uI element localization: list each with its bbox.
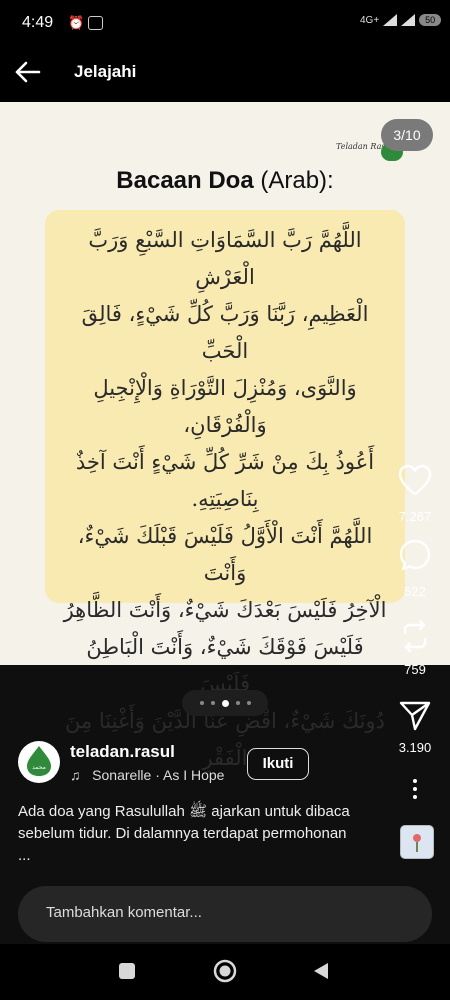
comment-count: 522 — [404, 584, 426, 599]
arabic-line: أَعُوذُ بِكَ مِنْ شَرِّ كُلِّ شَيْءٍ أَن… — [75, 450, 375, 474]
more-options-icon[interactable] — [413, 778, 417, 800]
post-heading: Bacaan Doa (Arab): — [0, 167, 450, 195]
app-bar — [0, 46, 450, 102]
battery-indicator: 50 — [419, 14, 442, 26]
music-note-icon: ♫ — [70, 767, 81, 783]
arabic-line: بِنَاصِيَتِهِ. — [191, 487, 259, 511]
notification-icon — [88, 16, 103, 30]
page-title: Jelajahi — [74, 62, 137, 81]
home-icon[interactable] — [213, 959, 237, 983]
carousel-indicator — [182, 690, 268, 716]
back-arrow-icon[interactable] — [14, 58, 42, 86]
more-options-dots — [413, 779, 417, 799]
page-indicator: 3/10 — [381, 119, 433, 151]
carousel-dot — [210, 701, 215, 705]
caption-line: sebelum tidur. Di dalamnya terdapat perm… — [18, 825, 347, 842]
repost-count: 759 — [404, 662, 426, 677]
caption-more: ... — [18, 847, 31, 864]
music-thumbnail[interactable] — [400, 825, 434, 859]
caption[interactable]: Ada doa yang Rasulullah ﷺ ajarkan untuk … — [18, 801, 398, 867]
arabic-line: اللَّهُمَّ رَبَّ السَّمَاوَاتِ السَّبْعِ… — [88, 228, 362, 289]
avatar-logo-icon: محمد — [27, 746, 51, 776]
heading-rest: (Arab): — [253, 167, 334, 194]
carousel-dot — [199, 701, 204, 705]
recent-apps-icon[interactable] — [119, 963, 135, 979]
follow-button[interactable]: Ikuti — [247, 748, 309, 780]
thumbnail-icon — [413, 834, 421, 852]
arabic-line: الْآخِرُ فَلَيْسَ بَعْدَكَ شَيْءٌ، وَأَن… — [63, 598, 387, 622]
music-info[interactable]: ♫ Sonarelle · As I Hope — [70, 767, 224, 783]
status-icons: 4G+ 50 — [360, 14, 442, 26]
carousel-dot — [246, 701, 251, 705]
status-time: 4:49 — [22, 14, 54, 31]
share-icon[interactable] — [397, 697, 433, 733]
arabic-line: وَالنَّوَى، وَمُنْزِلَ التَّوْرَاةِ وَال… — [93, 376, 357, 437]
alarm-icon: ⏰ — [68, 15, 85, 30]
repost-icon[interactable] — [397, 618, 433, 654]
heading-bold: Bacaan Doa — [116, 167, 254, 194]
signal-icon — [383, 14, 398, 26]
avatar-text: محمد — [32, 764, 46, 771]
caption-line: Ada doa yang Rasulullah ﷺ ajarkan untuk … — [18, 803, 350, 820]
back-nav-icon[interactable] — [312, 962, 330, 980]
like-count: 7.267 — [398, 509, 432, 524]
arabic-line: اللَّهُمَّ أَنْتَ الْأَوَّلُ فَلَيْسَ قَ… — [77, 524, 373, 585]
comment-placeholder: Tambahkan komentar... — [46, 904, 202, 921]
share-count: 3.190 — [398, 740, 432, 755]
music-title: Sonarelle · As I Hope — [92, 767, 225, 783]
arabic-line: الْعَظِيمِ، رَبَّنَا وَرَبَّ كُلِّ شَيْء… — [81, 302, 369, 363]
carousel-dot-active — [221, 699, 229, 707]
username[interactable]: teladan.rasul — [70, 742, 175, 762]
signal-icon-2 — [401, 14, 416, 26]
network-label: 4G+ — [360, 14, 380, 26]
heart-icon[interactable] — [397, 463, 433, 499]
carousel-dot — [235, 701, 240, 705]
comment-icon[interactable] — [397, 537, 433, 573]
